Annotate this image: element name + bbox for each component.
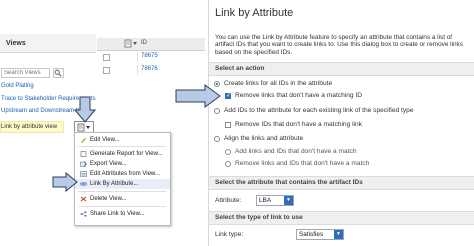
- report-icon: [80, 151, 87, 157]
- section-header-attribute: Select the attribute that contains the a…: [209, 176, 474, 190]
- section-header-action: Select an action: [209, 62, 474, 76]
- chevron-down-icon: ▼: [334, 230, 343, 239]
- views-title: Views: [6, 40, 26, 47]
- dialog-title: Link by Attribute: [215, 7, 294, 19]
- callout-arrow-down: [74, 96, 96, 123]
- chevron-down-icon: ▼: [284, 196, 293, 205]
- radio-add-ids[interactable]: [214, 108, 220, 114]
- radio-align-add[interactable]: [225, 149, 231, 155]
- menu-item-delete-view[interactable]: Delete View...: [75, 194, 170, 204]
- artifact-grid-header: ID: [97, 38, 205, 51]
- linktype-select[interactable]: Satisfies ▼: [296, 229, 344, 240]
- view-link-gold-plating[interactable]: Gold Plating: [1, 83, 34, 89]
- option-align-label: Align the links and attribute: [224, 135, 304, 142]
- row-checkbox[interactable]: [103, 54, 110, 61]
- menu-divider: [78, 206, 166, 207]
- linktype-label: Link type:: [215, 231, 244, 238]
- section-header-linktype: Select the type of link to use: [209, 211, 474, 225]
- linktype-select-value: Satisfies: [299, 231, 324, 238]
- id-column-header[interactable]: ID: [141, 40, 147, 46]
- link-icon: [80, 182, 87, 186]
- export-icon: [80, 161, 87, 167]
- artifact-id-link[interactable]: 78675: [141, 53, 158, 59]
- attribute-label: Attribute:: [215, 197, 242, 204]
- column-divider: [137, 52, 138, 62]
- option-align-remove-label: Remove links and IDs that don't have a m…: [235, 160, 370, 167]
- view-context-menu: Edit View... Generate Report for View...…: [74, 132, 171, 226]
- attribute-select[interactable]: LBA ▼: [256, 195, 294, 206]
- callout-arrow-menu: [52, 172, 78, 192]
- view-menu-icon: [77, 123, 90, 132]
- dialog-description: You can use the Link by Attribute featur…: [215, 34, 463, 56]
- menu-item-export-view[interactable]: Export View...: [75, 159, 170, 169]
- search-views-input[interactable]: [1, 68, 50, 78]
- view-link-upstream-downstream[interactable]: Upstream and Downstream tra: [1, 108, 83, 114]
- artifact-id-link[interactable]: 78676: [141, 66, 158, 72]
- menu-item-generate-report[interactable]: Generate Report for View...: [75, 149, 170, 159]
- edit-attributes-icon: [80, 171, 87, 177]
- checkbox-remove-links-no-match[interactable]: [225, 92, 231, 99]
- menu-item-edit-view[interactable]: Edit View...: [75, 135, 170, 145]
- menu-divider: [78, 146, 166, 147]
- option-align-add-label: Add links and IDs that don't have a matc…: [235, 148, 357, 155]
- share-icon: [80, 211, 87, 217]
- selected-view-label: Link by attribute view: [1, 124, 58, 130]
- option-remove-ids-no-match-label: Remove IDs that don't have a matching li…: [235, 121, 362, 128]
- callout-arrow-dialog: [175, 84, 221, 108]
- option-create-links-label: Create links for all IDs in the attribut…: [224, 80, 333, 87]
- menu-item-edit-attributes[interactable]: Edit Attributes from View...: [75, 169, 170, 179]
- menu-item-share-link[interactable]: Share Link to View...: [75, 209, 170, 219]
- row-checkbox[interactable]: [103, 67, 110, 74]
- menu-item-link-by-attribute[interactable]: Link By Attribute...: [75, 179, 170, 189]
- table-row[interactable]: 78675: [97, 52, 205, 62]
- option-add-ids-label: Add IDs to the attribute for each existi…: [224, 107, 414, 114]
- option-remove-links-no-match-label: Remove links that don't have a matching …: [235, 92, 362, 99]
- grid-menu-icon[interactable]: [124, 39, 138, 48]
- edit-icon: [81, 138, 86, 143]
- search-icon: [54, 69, 62, 77]
- radio-align[interactable]: [214, 136, 220, 142]
- attribute-select-value: LBA: [259, 197, 272, 204]
- column-divider: [137, 65, 138, 75]
- radio-align-remove[interactable]: [225, 161, 231, 167]
- table-row[interactable]: 78676: [97, 65, 205, 75]
- menu-divider: [78, 191, 166, 192]
- delete-icon: [80, 196, 87, 202]
- checkbox-remove-ids-no-match[interactable]: [225, 122, 231, 128]
